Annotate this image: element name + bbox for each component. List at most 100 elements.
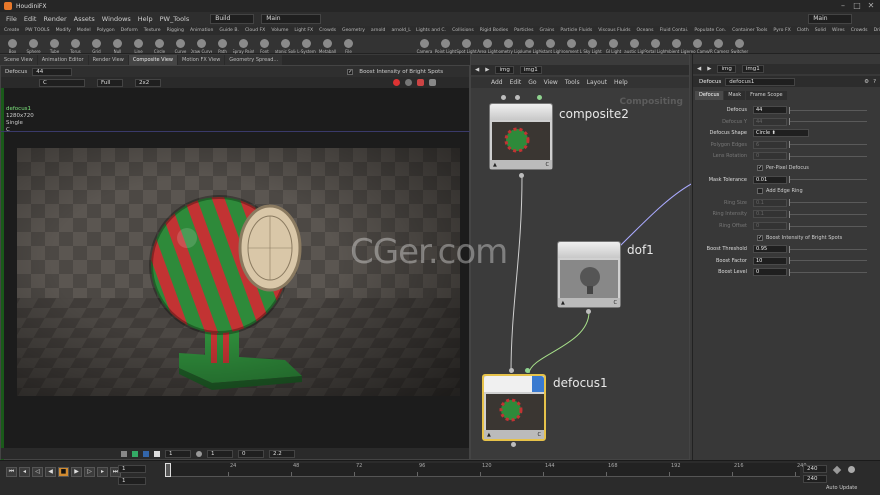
shelf-tab-modify[interactable]: Modify — [56, 28, 71, 33]
end-frame-field-2[interactable]: 240 — [803, 475, 827, 483]
checkbox-boost-intensity-of-bright-spots[interactable]: ✓ — [757, 234, 763, 241]
shelf-tab-solid[interactable]: Solid — [815, 28, 826, 33]
shelf-tool-caustic-light[interactable]: Caustic Light — [624, 35, 645, 54]
play-icon[interactable]: ▶ — [71, 467, 82, 477]
param-value-boost-factor[interactable]: 10 — [753, 256, 787, 265]
shelf-tab-particles[interactable]: Particles — [514, 28, 533, 33]
shelf-tool-volume-light[interactable]: Volume Light — [519, 35, 540, 54]
display-options-icon[interactable] — [429, 79, 436, 86]
shelf-tab-populate-con[interactable]: Populate Con. — [694, 28, 726, 33]
key-icon[interactable] — [832, 465, 842, 475]
shelf-tab-rigging[interactable]: Rigging — [167, 28, 184, 33]
shelf-tool-sphere[interactable]: Sphere — [23, 35, 44, 54]
lut-icon[interactable] — [405, 79, 412, 86]
step-forward-icon[interactable]: ▷ — [84, 467, 95, 477]
menu-windows[interactable]: Windows — [102, 15, 131, 23]
step-back-icon[interactable]: ◁ — [32, 467, 43, 477]
swatch-icon-4[interactable] — [154, 450, 160, 457]
color-icon[interactable] — [393, 79, 400, 86]
param-slider-boost-level[interactable] — [789, 268, 867, 276]
param-value-polygon-edges[interactable]: 6 — [753, 140, 787, 149]
param-value-defocus[interactable]: 44 — [753, 106, 787, 114]
param-slider-boost-threshold[interactable] — [789, 245, 867, 253]
param-value-ring-offset[interactable]: 0 — [753, 222, 787, 230]
output-port[interactable] — [511, 442, 516, 447]
shelf-tool-area-light[interactable]: Area Light — [477, 35, 498, 54]
param-slider-mask-tolerance[interactable] — [789, 176, 867, 184]
shelf-tab-crowds[interactable]: Crowds — [851, 28, 868, 33]
input-port[interactable] — [501, 95, 506, 100]
shelf-tab-animation[interactable]: Animation — [190, 28, 213, 33]
shelf-tool-sky-light[interactable]: Sky Light — [582, 35, 603, 54]
shelf-tab-crowds[interactable]: Crowds — [319, 28, 336, 33]
shelf-tool-font[interactable]: Font — [254, 35, 275, 54]
input-port[interactable] — [509, 368, 514, 373]
timeline-ruler[interactable]: 124487296120144168192216240 — [165, 463, 807, 477]
shelf-tab-polygon[interactable]: Polygon — [97, 28, 115, 33]
shelf-tool-gi-light[interactable]: GI Light — [603, 35, 624, 54]
shelf-tab-guide-b[interactable]: Guide B. — [219, 28, 239, 33]
shelf-tool-portal-light[interactable]: Portal Light — [645, 35, 666, 54]
shelf-tab-rigid-bodies[interactable]: Rigid Bodies — [480, 28, 508, 33]
param-slider-polygon-edges[interactable] — [789, 141, 867, 149]
param-value-defocus-shape[interactable]: Circle ⬍ — [753, 129, 809, 138]
viewer-zoom[interactable]: 2.2 — [269, 449, 295, 458]
output-port[interactable] — [586, 309, 591, 314]
resolution-combo[interactable]: Full — [97, 78, 123, 87]
param-value-mask-tolerance[interactable]: 0.01 — [753, 175, 787, 184]
tab-geometry-spread[interactable]: Geometry Spread... — [225, 55, 283, 65]
menu-assets[interactable]: Assets — [74, 15, 95, 23]
shelf-tab-fluid-contai[interactable]: Fluid Contai. — [660, 28, 689, 33]
shelf-tool-vr-camera[interactable]: VR Camera — [708, 35, 729, 54]
node-dof1[interactable]: ▲ C — [557, 241, 621, 308]
shelf-tool-metaball[interactable]: Metaball — [317, 35, 338, 54]
param-path-img[interactable]: img — [717, 65, 736, 73]
shelf-tool-ambient-light[interactable]: Ambient Light — [666, 35, 687, 54]
shelf-tool-torus[interactable]: Torus — [65, 35, 86, 54]
shelf-tool-switcher[interactable]: Switcher — [729, 35, 750, 54]
minimize-icon[interactable]: – — [838, 1, 848, 11]
shelf-tool-spot-light[interactable]: Spot Light — [456, 35, 477, 54]
viewer-frame-b[interactable]: 1 — [207, 449, 233, 458]
shelf-tab-cloud-fx[interactable]: Cloud FX — [245, 28, 265, 33]
swatch-icon-1[interactable] — [121, 450, 127, 457]
menu-edit[interactable]: Edit — [24, 15, 37, 23]
shelf-tool-null[interactable]: Null — [107, 35, 128, 54]
viewer-frame-field[interactable]: 44 — [32, 67, 73, 76]
shelf-tab-model[interactable]: Model — [77, 28, 91, 33]
shelf-tool-grid[interactable]: Grid — [86, 35, 107, 54]
plane-combo[interactable]: C — [39, 78, 85, 87]
shelf-tab-volume[interactable]: Volume — [271, 28, 288, 33]
param-back-icon[interactable]: ◀ — [697, 66, 701, 72]
checkbox-per-pixel-defocus[interactable]: ✓ — [757, 165, 763, 171]
param-slider-ring-size[interactable] — [789, 199, 867, 207]
menu-pw-tools[interactable]: PW_Tools — [160, 15, 190, 23]
menu-render[interactable]: Render — [43, 15, 66, 23]
shelf-tool-curve[interactable]: Curve — [170, 35, 191, 54]
start-frame-field[interactable]: 1 — [118, 477, 146, 485]
shelf-tool-point-light[interactable]: Point Light — [435, 35, 456, 54]
shelf-tool-stereo-camera[interactable]: Stereo Camera — [687, 35, 708, 54]
menu-file[interactable]: File — [6, 15, 17, 23]
shelf-tool-platonic-solids[interactable]: Platonic Solids — [275, 35, 296, 54]
param-value-lens-rotation[interactable]: 0 — [753, 152, 787, 161]
node-composite2[interactable]: ▲ C — [489, 103, 553, 170]
param-slider-ring-offset[interactable] — [789, 222, 867, 230]
stop-icon[interactable]: ■ — [58, 467, 69, 477]
main-combo[interactable]: Main — [261, 14, 322, 24]
shelf-tab-collisions[interactable]: Collisions — [452, 28, 474, 33]
shelf-tab-arnold[interactable]: arnold — [371, 28, 386, 33]
shelf-tab-lights-and-c[interactable]: Lights and C. — [416, 28, 446, 33]
shelf-tool-camera[interactable]: Camera — [414, 35, 435, 54]
shelf-tool-file[interactable]: File — [338, 35, 359, 54]
menu-help[interactable]: Help — [138, 15, 153, 23]
shelf-tool-circle[interactable]: Circle — [149, 35, 170, 54]
param-path-img1[interactable]: img1 — [741, 65, 764, 73]
shelf-tool-spray-paint[interactable]: Spray Paint — [233, 35, 254, 54]
shelf-tool-distant-light[interactable]: Distant Light — [540, 35, 561, 54]
shelf-tab-cloth[interactable]: Cloth — [797, 28, 809, 33]
shelf-tool-line[interactable]: Line — [128, 35, 149, 54]
input-port[interactable] — [525, 368, 530, 373]
shelf-tool-l-system[interactable]: L-System — [296, 35, 317, 54]
node-name-field[interactable]: defocus1 — [725, 77, 796, 86]
